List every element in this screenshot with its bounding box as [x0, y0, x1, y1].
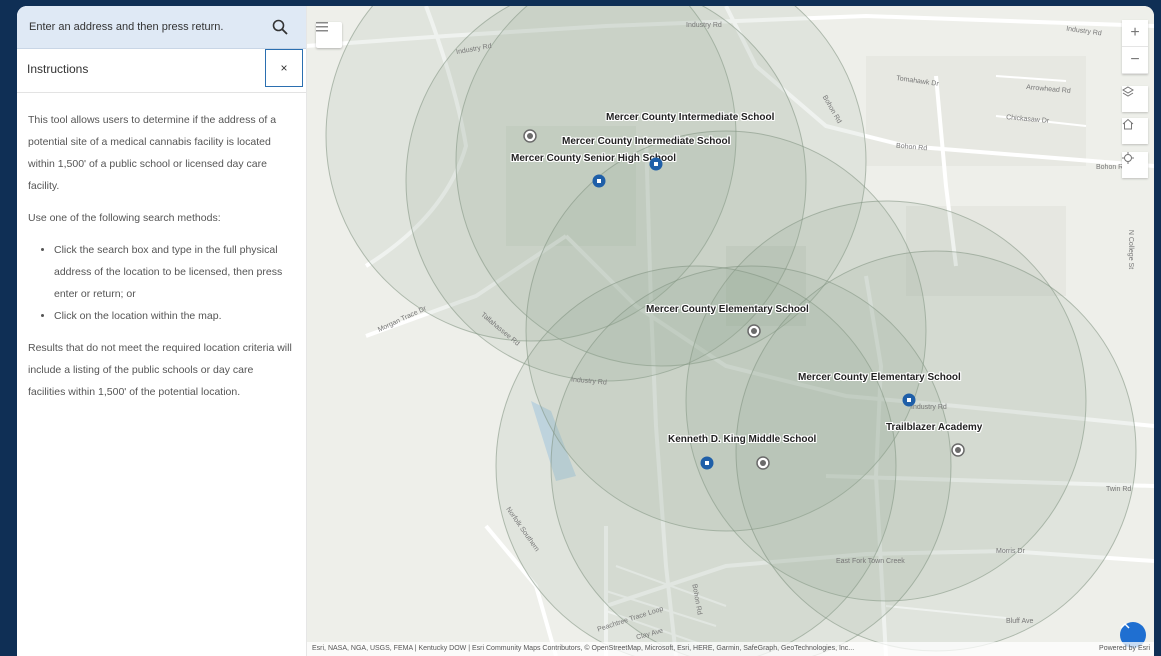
- address-search-input[interactable]: [17, 6, 257, 48]
- instructions-body: This tool allows users to determine if t…: [28, 109, 293, 413]
- school-marker-icon[interactable]: [902, 393, 916, 407]
- school-label: Kenneth D. King Middle School: [668, 434, 817, 445]
- powered-by-link[interactable]: Powered by Esri: [1099, 642, 1150, 656]
- school-label: Mercer County Intermediate School: [606, 112, 775, 123]
- school-marker-icon[interactable]: [592, 174, 606, 188]
- minus-icon: −: [1130, 51, 1140, 68]
- list-item: Click the search box and type in the ful…: [54, 239, 293, 305]
- road-label: N College St: [1127, 229, 1135, 270]
- road-label: East Fork Town Creek: [836, 558, 905, 565]
- instructions-paragraph: Results that do not meet the required lo…: [28, 342, 292, 398]
- daycare-marker-icon[interactable]: [747, 324, 761, 338]
- instructions-header: Instructions: [17, 48, 306, 93]
- list-item: Click on the location within the map.: [54, 305, 293, 327]
- road-label: Industry Rd: [686, 22, 722, 29]
- search-methods-list: Click the search box and type in the ful…: [28, 239, 293, 327]
- chevron-up-icon: [1120, 622, 1130, 629]
- locate-icon: [1122, 152, 1134, 164]
- instructions-paragraph: Use one of the following search methods:: [28, 212, 221, 224]
- layers-icon: [1122, 86, 1134, 97]
- road-label: Industry Rd: [911, 404, 947, 411]
- search-button[interactable]: [265, 12, 295, 42]
- school-marker-icon[interactable]: [649, 157, 663, 171]
- road-label: Morris Dr: [996, 548, 1025, 555]
- close-icon: ×: [280, 61, 288, 75]
- map-canvas[interactable]: [306, 6, 1154, 656]
- search-bar: [17, 6, 306, 49]
- zoom-controls: + −: [1122, 20, 1148, 74]
- locate-button[interactable]: [1122, 152, 1148, 178]
- zoom-in-button[interactable]: +: [1122, 20, 1148, 47]
- map-view[interactable]: Industry Rd Industry Rd Industry Rd Toma…: [306, 6, 1154, 656]
- plus-icon: +: [1130, 24, 1140, 41]
- school-label: Mercer County Intermediate School: [562, 136, 731, 147]
- road-label: Bluff Ave: [1006, 618, 1034, 625]
- home-button[interactable]: [1122, 118, 1148, 144]
- close-button[interactable]: ×: [265, 49, 303, 87]
- search-icon: [272, 19, 288, 35]
- map-attribution: Esri, NASA, NGA, USGS, FEMA | Kentucky D…: [306, 642, 1154, 656]
- daycare-marker-icon[interactable]: [951, 443, 965, 457]
- instructions-paragraph: This tool allows users to determine if t…: [28, 114, 277, 192]
- hamburger-menu-icon: [316, 22, 328, 32]
- home-icon: [1122, 118, 1134, 130]
- instructions-title: Instructions: [27, 62, 89, 76]
- zoom-out-button[interactable]: −: [1122, 47, 1148, 74]
- daycare-marker-icon[interactable]: [523, 129, 537, 143]
- side-panel: Instructions × This tool allows users to…: [17, 6, 307, 656]
- app-frame: Instructions × This tool allows users to…: [17, 6, 1154, 656]
- school-label: Trailblazer Academy: [886, 422, 983, 433]
- layer-list-button[interactable]: [1122, 86, 1148, 112]
- school-label: Mercer County Elementary School: [798, 372, 961, 383]
- school-label: Mercer County Elementary School: [646, 304, 809, 315]
- school-marker-icon[interactable]: [700, 456, 714, 470]
- panel-toggle-button[interactable]: [316, 22, 342, 48]
- road-label: Twin Rd: [1106, 486, 1132, 493]
- daycare-marker-icon[interactable]: [756, 456, 770, 470]
- attribution-text: Esri, NASA, NGA, USGS, FEMA | Kentucky D…: [312, 645, 855, 652]
